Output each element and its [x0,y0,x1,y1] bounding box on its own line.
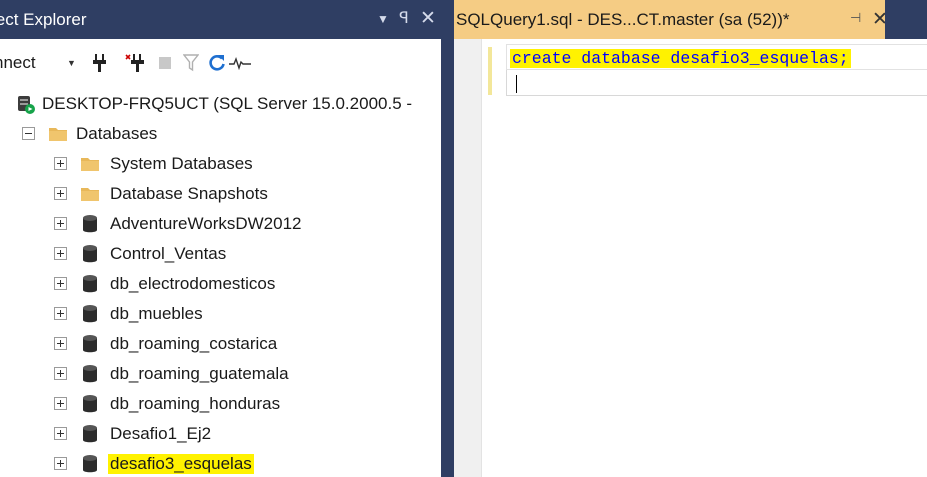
expand-toggle-icon[interactable] [54,277,67,290]
tree-node-label: Databases [76,124,158,143]
tree-node-database[interactable]: AdventureWorksDW2012 [0,209,441,239]
object-explorer-toolbar: nnect ▼ [0,42,441,84]
folder-icon [48,124,68,144]
server-icon [16,94,36,114]
expand-toggle-icon[interactable] [54,187,67,200]
dropdown-arrow-icon[interactable]: ▼ [373,8,393,30]
tree-node-label: db_muebles [110,304,203,323]
expand-toggle-icon[interactable] [54,247,67,260]
expand-toggle-icon[interactable] [54,157,67,170]
expand-toggle-icon[interactable] [54,397,67,410]
connect-dropdown-arrow-icon[interactable]: ▼ [67,52,76,74]
tree-node-database[interactable]: Control_Ventas [0,239,441,269]
database-icon [80,394,100,414]
tree-node-databases[interactable]: Databases [0,119,441,149]
tree-node-database-highlighted[interactable]: desafio3_esquelas [0,449,441,477]
tab-sqlquery1[interactable]: SQLQuery1.sql - DES...CT.master (sa (52)… [454,0,888,39]
object-explorer-panel: ject Explorer ▼ ꟼ ✕ nnect ▼ [0,0,441,477]
object-explorer-title: ject Explorer [0,10,87,29]
expand-toggle-icon[interactable] [54,427,67,440]
tree-node-label: DESKTOP-FRQ5UCT (SQL Server 15.0.2000.5 … [42,94,413,113]
panel-window-controls: ▼ ꟼ ✕ [373,8,441,30]
database-icon [80,304,100,324]
expand-toggle-icon[interactable] [54,457,67,470]
expand-toggle-icon[interactable] [54,337,67,350]
tree-node-label: Control_Ventas [110,244,227,263]
pin-icon[interactable]: ꟼ [393,8,415,30]
refresh-icon[interactable] [207,52,227,74]
code-line-1-text: create database desafio3_esquelas; [510,49,851,68]
disconnect-plug-icon[interactable] [124,52,146,74]
change-tracking-bar [488,47,492,95]
expand-toggle-icon[interactable] [54,217,67,230]
tree-node-label: AdventureWorksDW2012 [110,214,302,233]
stop-icon[interactable] [159,52,171,74]
tree-node-database[interactable]: db_roaming_costarica [0,329,441,359]
query-editor-panel: SQLQuery1.sql - DES...CT.master (sa (52)… [454,0,927,477]
editor-tab-strip: SQLQuery1.sql - DES...CT.master (sa (52)… [454,0,927,39]
close-icon[interactable]: ✕ [415,8,441,30]
collapse-toggle-icon[interactable] [22,127,35,140]
panel-splitter[interactable] [441,0,454,477]
connect-plug-icon[interactable] [92,52,108,74]
code-editor[interactable]: create database desafio3_esquelas; [454,39,927,477]
tree-node-database-snapshots[interactable]: Database Snapshots [0,179,441,209]
tree-node-database[interactable]: db_muebles [0,299,441,329]
database-icon [80,244,100,264]
tree-node-label: db_roaming_costarica [110,334,278,353]
tree-node-label: db_roaming_guatemala [110,364,289,383]
expand-toggle-icon[interactable] [54,307,67,320]
tree-node-system-databases[interactable]: System Databases [0,149,441,179]
text-caret [516,75,517,93]
tree-node-server[interactable]: DESKTOP-FRQ5UCT (SQL Server 15.0.2000.5 … [0,89,441,119]
tree-node-label: System Databases [110,154,253,173]
database-icon [80,424,100,444]
tree-node-database[interactable]: db_roaming_honduras [0,389,441,419]
folder-icon [80,184,100,204]
database-icon [80,364,100,384]
connect-button[interactable]: nnect [0,52,36,74]
folder-icon [80,154,100,174]
object-explorer-title-bar: ject Explorer ▼ ꟼ ✕ [0,0,441,39]
pin-tab-icon[interactable]: ⊣ [850,10,861,26]
database-icon [80,274,100,294]
code-line-2[interactable] [506,70,927,96]
tree-node-database[interactable]: Desafio1_Ej2 [0,419,441,449]
tree-node-label: desafio3_esquelas [108,454,254,474]
database-icon [80,334,100,354]
tab-strip-empty-area [885,0,927,39]
editor-gutter [454,39,482,477]
tree-node-label: db_roaming_honduras [110,394,281,413]
database-icon [80,454,100,474]
code-line-1[interactable]: create database desafio3_esquelas; [510,49,851,68]
filter-icon[interactable] [183,52,199,74]
tree-node-database[interactable]: db_roaming_guatemala [0,359,441,389]
database-icon [80,214,100,234]
activity-monitor-icon[interactable] [229,52,251,74]
expand-toggle-icon[interactable] [54,367,67,380]
tab-title: SQLQuery1.sql - DES...CT.master (sa (52)… [456,10,790,29]
tree-node-database[interactable]: db_electrodomesticos [0,269,441,299]
tree-node-label: Desafio1_Ej2 [110,424,212,443]
tree-node-label: db_electrodomesticos [110,274,276,293]
tree-node-label: Database Snapshots [110,184,268,203]
